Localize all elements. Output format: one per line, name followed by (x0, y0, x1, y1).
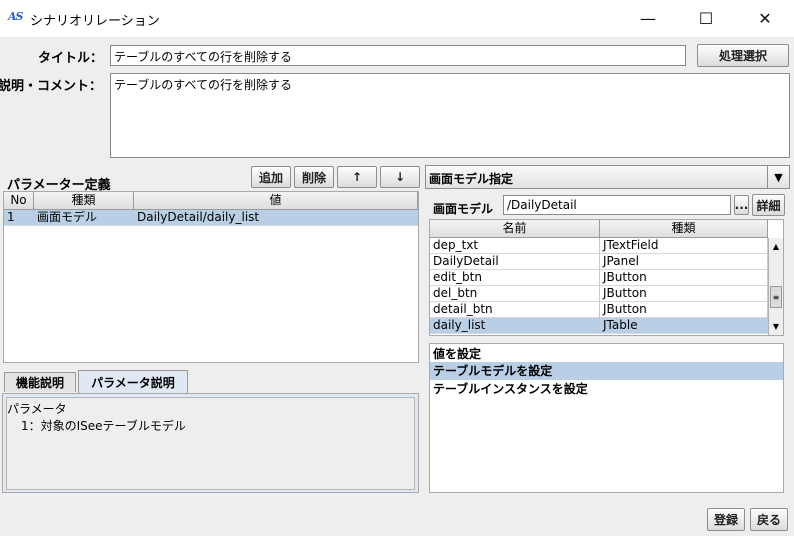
set-value-list: 値を設定 テーブルモデルを設定 テーブルインスタンスを設定 (429, 343, 784, 493)
app-logo-icon: AS (8, 10, 23, 23)
params-table: No 種類 値 1 画面モデル DailyDetail/daily_list (3, 191, 419, 363)
scroll-thumb[interactable]: ≡ (770, 286, 782, 308)
cell-type: 画面モデル (34, 210, 134, 226)
cell-no: 1 (4, 210, 34, 226)
tab-param-description[interactable]: パラメータ説明 (78, 370, 188, 393)
component-table-scrollbar[interactable]: ▲ ≡ ▼ (768, 238, 783, 335)
table-row[interactable]: 1 画面モデル DailyDetail/daily_list (4, 210, 418, 226)
table-row[interactable]: detail_btn JButton (430, 302, 768, 318)
register-button[interactable]: 登録 (707, 508, 745, 531)
comment-label: 説明・コメント： (0, 79, 103, 94)
chevron-down-icon[interactable]: ▼ (767, 166, 789, 188)
move-up-button[interactable]: ↑ (337, 166, 377, 188)
delete-param-button[interactable]: 削除 (294, 166, 334, 188)
table-row[interactable]: dep_txt JTextField (430, 238, 768, 254)
description-area: パラメータ 1：対象のISeeテーブルモデル (6, 397, 415, 490)
cell-kind: JPanel (600, 254, 768, 270)
table-row[interactable]: daily_list JTable (430, 318, 768, 334)
browse-button[interactable]: ... (734, 195, 749, 215)
cell-kind: JButton (600, 270, 768, 286)
move-down-button[interactable]: ↓ (380, 166, 420, 188)
scroll-up-icon[interactable]: ▲ (769, 238, 783, 254)
list-item[interactable]: テーブルモデルを設定 (430, 362, 783, 380)
title-input[interactable]: テーブルのすべての行を削除する (110, 45, 686, 66)
cell-value: DailyDetail/daily_list (134, 210, 418, 226)
cell-name: del_btn (430, 286, 600, 302)
col-header-kind[interactable]: 種類 (600, 220, 768, 238)
col-header-name[interactable]: 名前 (430, 220, 600, 238)
cell-name: DailyDetail (430, 254, 600, 270)
component-table: 名前 種類 dep_txt JTextField DailyDetail JPa… (429, 219, 784, 336)
minimize-button[interactable]: — (625, 0, 671, 37)
add-param-button[interactable]: 追加 (251, 166, 291, 188)
tab-function-description[interactable]: 機能説明 (4, 372, 76, 392)
screen-model-label: 画面モデル (433, 202, 494, 216)
tab-content-panel: パラメータ 1：対象のISeeテーブルモデル (2, 393, 419, 493)
maximize-button[interactable]: ☐ (683, 0, 729, 37)
comment-textarea[interactable]: テーブルのすべての行を削除する (110, 73, 790, 158)
table-row[interactable]: edit_btn JButton (430, 270, 768, 286)
screen-model-dropdown[interactable]: 画面モデル指定 ▼ (425, 165, 790, 189)
col-header-type[interactable]: 種類 (34, 192, 134, 210)
cell-name: edit_btn (430, 270, 600, 286)
cell-kind: JButton (600, 286, 768, 302)
screen-model-path-input[interactable]: /DailyDetail (503, 195, 731, 215)
dropdown-selected-value: 画面モデル指定 (429, 172, 514, 186)
cell-name: daily_list (430, 318, 600, 334)
cell-kind: JButton (600, 302, 768, 318)
list-item[interactable]: テーブルインスタンスを設定 (430, 380, 783, 398)
cell-kind: JTextField (600, 238, 768, 254)
cell-name: dep_txt (430, 238, 600, 254)
col-header-value[interactable]: 値 (134, 192, 418, 210)
back-button[interactable]: 戻る (750, 508, 788, 531)
table-row[interactable]: DailyDetail JPanel (430, 254, 768, 270)
cell-name: detail_btn (430, 302, 600, 318)
table-row[interactable]: del_btn JButton (430, 286, 768, 302)
col-header-no[interactable]: No (4, 192, 34, 210)
close-button[interactable]: ✕ (742, 0, 788, 37)
window-title: シナリオリレーション (30, 14, 160, 29)
set-value-header: 値を設定 (433, 347, 482, 361)
detail-button[interactable]: 詳細 (752, 194, 785, 216)
process-select-button[interactable]: 処理選択 (697, 44, 789, 67)
cell-kind: JTable (600, 318, 768, 334)
title-label: タイトル： (38, 51, 104, 66)
description-line: 1：対象のISeeテーブルモデル (21, 419, 186, 433)
scroll-down-icon[interactable]: ▼ (769, 318, 783, 334)
description-line: パラメータ (7, 402, 67, 416)
